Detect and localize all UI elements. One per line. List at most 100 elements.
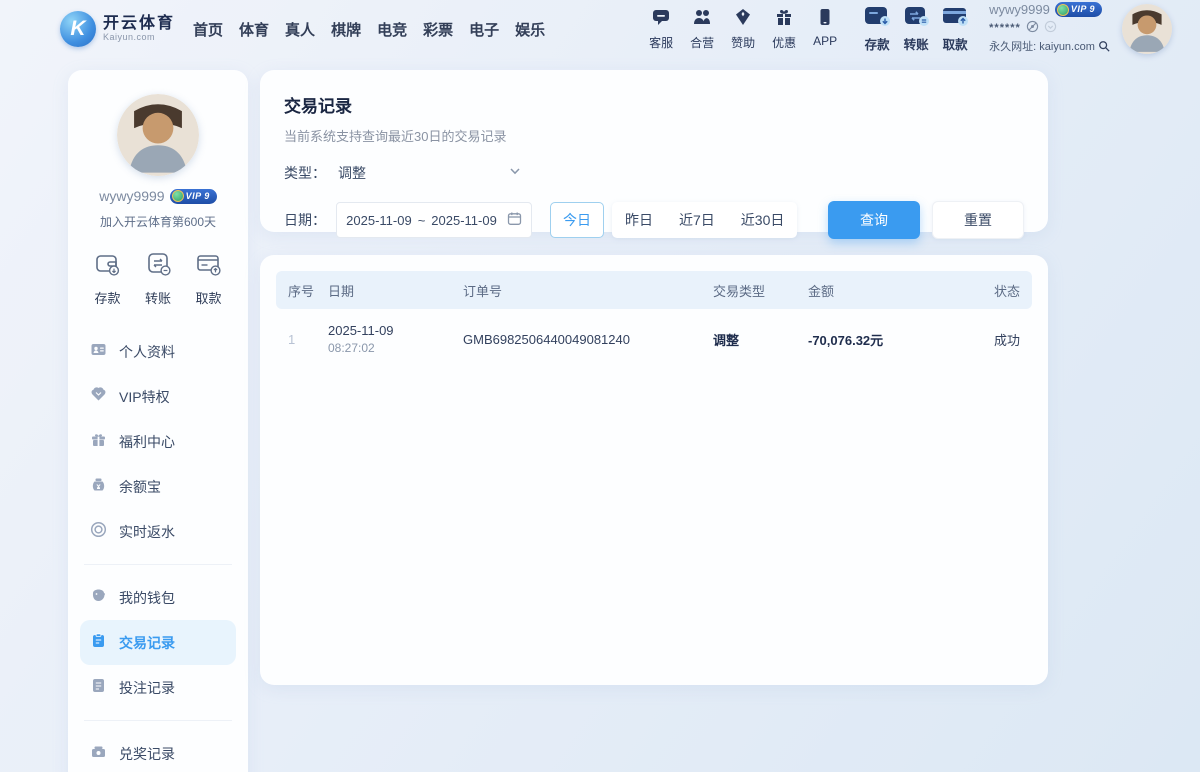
range-7days-button[interactable]: 近7日 <box>666 202 728 238</box>
menu-divider <box>84 564 232 565</box>
card-withdraw-icon <box>195 250 222 282</box>
page-title: 交易记录 <box>284 92 1024 117</box>
date-range-input[interactable]: 2025-11-09 ~ 2025-11-09 <box>336 202 532 238</box>
cell-index: 1 <box>288 332 328 347</box>
deposit-action[interactable]: 存款 <box>94 250 121 307</box>
menu-divider <box>84 720 232 721</box>
id-card-icon <box>90 341 107 363</box>
topbar-quick-links: 客服 合营 赞助 优惠 APP <box>645 7 841 51</box>
vip-diamond-icon <box>90 386 107 408</box>
magnifier-icon[interactable] <box>1098 40 1110 57</box>
quick-link-label: 优惠 <box>772 34 796 51</box>
app-download-link[interactable]: APP <box>809 7 841 51</box>
col-header-status: 状态 <box>988 281 1020 300</box>
brand-logo[interactable]: K 开云体育 Kaiyun.com <box>60 11 175 47</box>
type-select[interactable]: 调整 <box>336 159 524 187</box>
date-separator: ~ <box>418 213 426 228</box>
withdraw-action[interactable]: 取款 <box>195 250 222 307</box>
range-30days-button[interactable]: 近30日 <box>728 202 798 238</box>
quick-action-label: 转账 <box>145 288 171 307</box>
date-start: 2025-11-09 <box>346 213 412 228</box>
sidebar-item-wallet[interactable]: 我的钱包 <box>80 575 236 620</box>
partner-link[interactable]: 合营 <box>686 7 718 51</box>
diamond-icon <box>733 7 753 32</box>
bet-records-icon <box>90 677 107 699</box>
topbar: K 开云体育 Kaiyun.com 首页 体育 真人 棋牌 电竞 彩票 电子 娱… <box>0 0 1200 58</box>
deposit-link[interactable]: 存款 <box>863 5 891 53</box>
cell-order-no: GMB6982506440049081240 <box>463 332 713 347</box>
people-icon <box>692 7 712 32</box>
search-button[interactable]: 查询 <box>828 201 920 239</box>
vip-level-label: VIP 9 <box>186 191 210 201</box>
col-header-amount: 金额 <box>808 281 988 300</box>
sidebar-item-transactions[interactable]: 交易记录 <box>80 620 236 665</box>
quick-link-label: 赞助 <box>731 34 755 51</box>
promotions-link[interactable]: 优惠 <box>768 7 800 51</box>
username: wywy9999 <box>989 2 1050 18</box>
withdraw-card-icon <box>941 5 969 32</box>
sidebar-menu: 个人资料 VIP特权 福利中心 余额宝 实时返水 我的钱包 <box>68 329 248 772</box>
withdraw-link[interactable]: 取款 <box>941 5 969 53</box>
sponsor-link[interactable]: 赞助 <box>727 7 759 51</box>
transfer-exchange-icon <box>145 250 172 282</box>
profile-avatar[interactable] <box>117 94 199 176</box>
col-header-date: 日期 <box>328 281 463 300</box>
date-end: 2025-11-09 <box>431 213 497 228</box>
transfer-card-icon <box>902 5 930 32</box>
nav-item-cards[interactable]: 棋牌 <box>329 15 363 44</box>
joined-days-text: 加入开云体育第600天 <box>68 213 248 230</box>
cell-date: 2025-11-09 08:27:02 <box>328 323 463 355</box>
col-header-index: 序号 <box>288 281 328 300</box>
nav-item-sports[interactable]: 体育 <box>237 15 271 44</box>
customer-service-link[interactable]: 客服 <box>645 7 677 51</box>
cell-type: 调整 <box>713 330 808 349</box>
topbar-user-info: wywy9999 VIP 9 ****** 永久网址: kaiyun.com <box>989 2 1110 57</box>
type-label: 类型： <box>284 163 336 183</box>
quick-action-label: 取款 <box>195 288 221 307</box>
nav-item-entertainment[interactable]: 娱乐 <box>513 15 547 44</box>
eye-off-icon[interactable] <box>1026 19 1039 39</box>
records-table-card: 序号 日期 订单号 交易类型 金额 状态 1 2025-11-09 08:27:… <box>260 255 1048 685</box>
sidebar-item-benefits[interactable]: 福利中心 <box>80 419 236 464</box>
brand-domain: Kaiyun.com <box>103 33 175 43</box>
cell-time-value: 08:27:02 <box>328 341 463 355</box>
profile-vip-badge: VIP 9 <box>170 189 217 204</box>
wallet-deposit-icon <box>94 250 121 282</box>
range-yesterday-button[interactable]: 昨日 <box>612 202 666 238</box>
sidebar-item-vip[interactable]: VIP特权 <box>80 374 236 419</box>
refresh-circle-icon[interactable] <box>1044 19 1057 39</box>
nav-item-home[interactable]: 首页 <box>191 15 225 44</box>
wallet-link-label: 转账 <box>904 34 929 53</box>
sidebar-item-rebate[interactable]: 实时返水 <box>80 509 236 554</box>
sidebar-item-profile[interactable]: 个人资料 <box>80 329 236 374</box>
sidebar-item-bets[interactable]: 投注记录 <box>80 665 236 710</box>
sidebar-item-yuebao[interactable]: 余额宝 <box>80 464 236 509</box>
wallet-link-label: 取款 <box>943 34 968 53</box>
masked-balance: ****** <box>989 22 1021 36</box>
profile-username: wywy9999 <box>99 188 164 204</box>
sidebar-item-prizes[interactable]: 兑奖记录 <box>80 731 236 772</box>
nav-item-lottery[interactable]: 彩票 <box>421 15 455 44</box>
nav-item-esports[interactable]: 电竞 <box>375 15 409 44</box>
phone-icon <box>815 7 835 32</box>
table-header-row: 序号 日期 订单号 交易类型 金额 状态 <box>276 271 1032 309</box>
date-filter-row: 日期： 2025-11-09 ~ 2025-11-09 今日 昨日 近7日 近3… <box>284 201 1024 239</box>
reset-button[interactable]: 重置 <box>932 201 1024 239</box>
vip-level-label: VIP 9 <box>1071 4 1095 15</box>
logo-text: 开云体育 Kaiyun.com <box>103 15 175 42</box>
chat-bubble-icon <box>651 7 671 32</box>
page-layout: wywy9999 VIP 9 加入开云体育第600天 存款 转账 取款 <box>0 58 1200 772</box>
nav-item-live[interactable]: 真人 <box>283 15 317 44</box>
rebate-circle-icon <box>90 521 107 543</box>
filter-card: 交易记录 当前系统支持查询最近30日的交易记录 类型： 调整 日期： 2025-… <box>260 70 1048 232</box>
range-today-button[interactable]: 今日 <box>550 202 604 238</box>
transfer-action[interactable]: 转账 <box>145 250 172 307</box>
cell-date-value: 2025-11-09 <box>328 323 463 338</box>
page-subtitle: 当前系统支持查询最近30日的交易记录 <box>284 126 1024 145</box>
nav-item-slots[interactable]: 电子 <box>467 15 501 44</box>
main-content: 交易记录 当前系统支持查询最近30日的交易记录 类型： 调整 日期： 2025-… <box>260 70 1048 685</box>
avatar[interactable] <box>1122 4 1172 54</box>
table-row[interactable]: 1 2025-11-09 08:27:02 GMB698250644004908… <box>276 309 1032 369</box>
gift-icon <box>774 7 794 32</box>
transfer-link[interactable]: 转账 <box>902 5 930 53</box>
